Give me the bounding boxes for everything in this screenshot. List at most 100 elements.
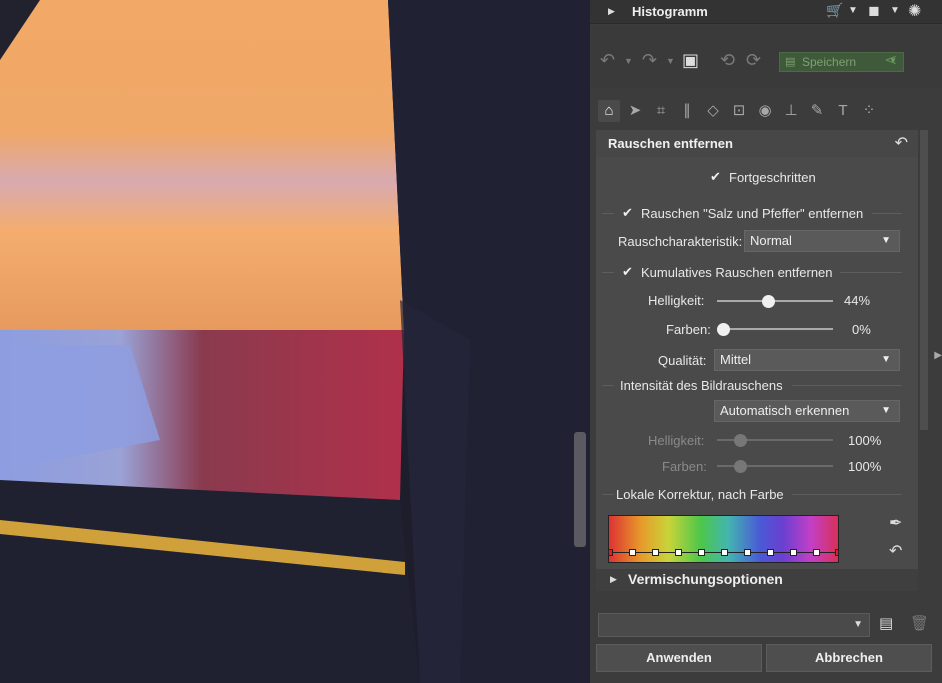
intensity-value: Automatisch erkennen <box>720 403 850 418</box>
crop-icon[interactable]: ⌗ <box>650 100 672 122</box>
divider <box>840 272 902 273</box>
chevron-down-icon[interactable]: ▼ <box>890 5 900 16</box>
quality-select[interactable]: Mittel ▼ <box>714 349 900 371</box>
divider <box>602 494 614 495</box>
histogram-bar[interactable]: ▶ Histogramm 🛒 ▼ ◼ ▼ ✺ <box>590 0 942 24</box>
brightness-label: Helligkeit: <box>648 293 705 308</box>
section-title: Rauschen entfernen <box>608 136 733 151</box>
section-header[interactable]: Rauschen entfernen ↶ <box>596 130 918 157</box>
panel-scrollbar[interactable] <box>920 130 928 430</box>
collapse-arrow-icon[interactable]: ▶ <box>934 350 942 361</box>
cancel-button[interactable]: Abbrechen <box>766 644 932 672</box>
chevron-down-icon: ▼ <box>853 619 863 630</box>
colors-value: 0% <box>852 322 871 337</box>
noise-type-label: Rauschcharakteristik: <box>618 234 743 249</box>
curve-point[interactable] <box>835 549 838 556</box>
colors-label: Farben: <box>666 322 711 337</box>
expand-triangle-icon[interactable]: ▶ <box>608 6 615 17</box>
photo-canvas[interactable] <box>0 0 590 683</box>
brightness-slider-knob[interactable] <box>762 295 776 308</box>
curve-point[interactable] <box>629 549 636 556</box>
photo-image <box>0 0 590 683</box>
apply-label: Anwenden <box>646 650 712 665</box>
curve-point[interactable] <box>813 549 820 556</box>
chevron-down-icon: ▼ <box>881 405 891 416</box>
curve-point[interactable] <box>652 549 659 556</box>
home-icon[interactable]: ⌂ <box>598 100 620 122</box>
colors-slider[interactable] <box>717 323 833 336</box>
cumulative-checkbox[interactable]: ✔ <box>622 265 635 278</box>
photo-scrollbar[interactable] <box>574 432 586 547</box>
apply-button[interactable]: Anwenden <box>596 644 762 672</box>
brightness-value: 44% <box>844 293 871 308</box>
cumulative-label: Kumulatives Rauschen entfernen <box>641 265 833 280</box>
brush-icon[interactable]: ✎ <box>806 100 828 122</box>
rotate-right-icon[interactable]: ⟳ <box>746 50 761 71</box>
chevron-down-icon[interactable]: ▼ <box>848 5 858 16</box>
cart-icon[interactable]: 🛒 <box>826 2 843 19</box>
export-icon[interactable]: ⊡ <box>728 100 750 122</box>
blend-options-bar[interactable]: ▶ Vermischungsoptionen <box>596 569 918 591</box>
brightness-slider[interactable] <box>717 295 833 308</box>
intensity-colors-slider <box>717 460 833 473</box>
advanced-checkbox[interactable]: ✔ <box>710 170 723 183</box>
eyedropper-icon[interactable]: ✒ <box>889 513 902 533</box>
quality-value: Mittel <box>720 352 752 367</box>
save-label: Speichern <box>802 55 857 69</box>
noise-removal-content: ✔ Fortgeschritten ✔ Rauschen "Salz und P… <box>596 157 918 569</box>
pointer-icon[interactable]: ➤ <box>624 100 646 122</box>
dots-icon[interactable]: ⁘ <box>858 100 880 122</box>
divider <box>792 494 902 495</box>
image-icon[interactable]: ▣ <box>682 50 699 71</box>
curve-point[interactable] <box>744 549 751 556</box>
curve-point[interactable] <box>767 549 774 556</box>
color-spectrum-curve[interactable] <box>608 515 839 563</box>
stamp-icon[interactable]: ⊥ <box>780 100 802 122</box>
chevron-down-icon: ▼ <box>881 235 891 246</box>
chevron-down-icon[interactable]: ▼ <box>624 56 633 66</box>
rotate-left-icon[interactable]: ⟲ <box>720 50 735 71</box>
redo-icon[interactable]: ↷ <box>642 50 657 71</box>
cancel-label: Abbrechen <box>815 650 883 665</box>
colors-slider-knob[interactable] <box>717 323 730 336</box>
curve-point[interactable] <box>698 549 705 556</box>
perspective-icon[interactable]: ∥ <box>676 100 698 122</box>
text-icon[interactable]: T <box>832 100 854 122</box>
divider <box>872 213 902 214</box>
salt-pepper-checkbox[interactable]: ✔ <box>622 206 635 219</box>
intensity-label: Intensität des Bildrauschens <box>620 378 783 393</box>
undo-icon[interactable]: ↶ <box>600 50 615 71</box>
salt-pepper-label: Rauschen "Salz und Pfeffer" entfernen <box>641 206 864 221</box>
trash-icon[interactable]: 🗑 <box>910 614 930 634</box>
sun-icon[interactable]: ✺ <box>908 1 921 21</box>
curve-point[interactable] <box>790 549 797 556</box>
intensity-brightness-label: Helligkeit: <box>648 433 705 448</box>
chevron-down-icon[interactable]: ▼ <box>666 56 675 66</box>
intensity-brightness-knob <box>734 434 747 447</box>
share-icon[interactable]: ⋖ <box>884 50 897 70</box>
transform-icon[interactable]: ◇ <box>702 100 724 122</box>
divider <box>602 385 614 386</box>
divider <box>602 213 614 214</box>
intensity-colors-label: Farben: <box>662 459 707 474</box>
undo-icon[interactable]: ↶ <box>895 133 908 153</box>
intensity-select[interactable]: Automatisch erkennen ▼ <box>714 400 900 422</box>
square-icon[interactable]: ◼ <box>868 2 880 19</box>
undo-icon[interactable]: ↶ <box>889 541 902 561</box>
curve-point[interactable] <box>609 549 613 556</box>
curve-point[interactable] <box>721 549 728 556</box>
intensity-colors-value: 100% <box>848 459 882 474</box>
intensity-brightness-slider <box>717 434 833 447</box>
advanced-label: Fortgeschritten <box>729 170 816 185</box>
intensity-brightness-value: 100% <box>848 433 882 448</box>
noise-type-select[interactable]: Normal ▼ <box>744 230 900 252</box>
blend-options-title: Vermischungsoptionen <box>628 571 783 587</box>
save-preset-icon[interactable]: ▤ <box>879 614 899 634</box>
preset-select[interactable]: ▼ <box>598 613 870 637</box>
eye-icon[interactable]: ◉ <box>754 100 776 122</box>
curve-point[interactable] <box>675 549 682 556</box>
noise-type-value: Normal <box>750 233 792 248</box>
divider <box>602 272 614 273</box>
histogram-title: Histogramm <box>632 4 708 19</box>
expand-triangle-icon[interactable]: ▶ <box>610 574 617 585</box>
